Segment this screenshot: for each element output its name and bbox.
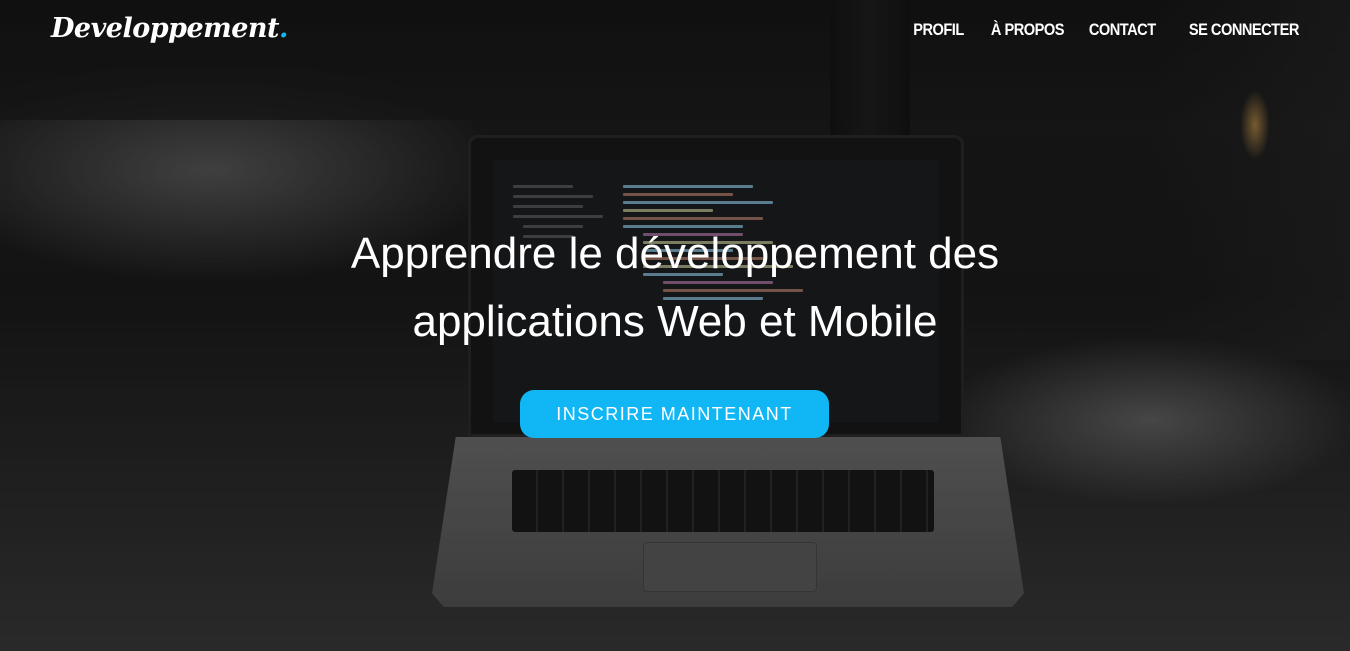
hero-title: Apprendre le développement des applicati… (0, 220, 1350, 356)
brand-dot: . (279, 13, 288, 44)
nav-menu: PROFIL À PROPOS CONTACT SE CONNECTER (905, 20, 1299, 40)
hero-section: Apprendre le développement des applicati… (0, 220, 1350, 356)
nav-link-contact[interactable]: CONTACT (1089, 20, 1156, 40)
nav-link-se-connecter[interactable]: SE CONNECTER (1189, 20, 1299, 40)
navbar: Developpement. PROFIL À PROPOS CONTACT S… (0, 0, 1350, 64)
nav-link-a-propos[interactable]: À PROPOS (990, 20, 1064, 40)
nav-link-profil[interactable]: PROFIL (913, 20, 964, 40)
signup-now-button[interactable]: INSCRIRE MAINTENANT (520, 390, 829, 438)
hero-title-line1: Apprendre le développement des (350, 229, 1000, 278)
hero-title-line2: applications Web et Mobile (412, 297, 938, 346)
brand-logo[interactable]: Developpement. (51, 13, 288, 44)
brand-name: Developpement (51, 13, 280, 44)
